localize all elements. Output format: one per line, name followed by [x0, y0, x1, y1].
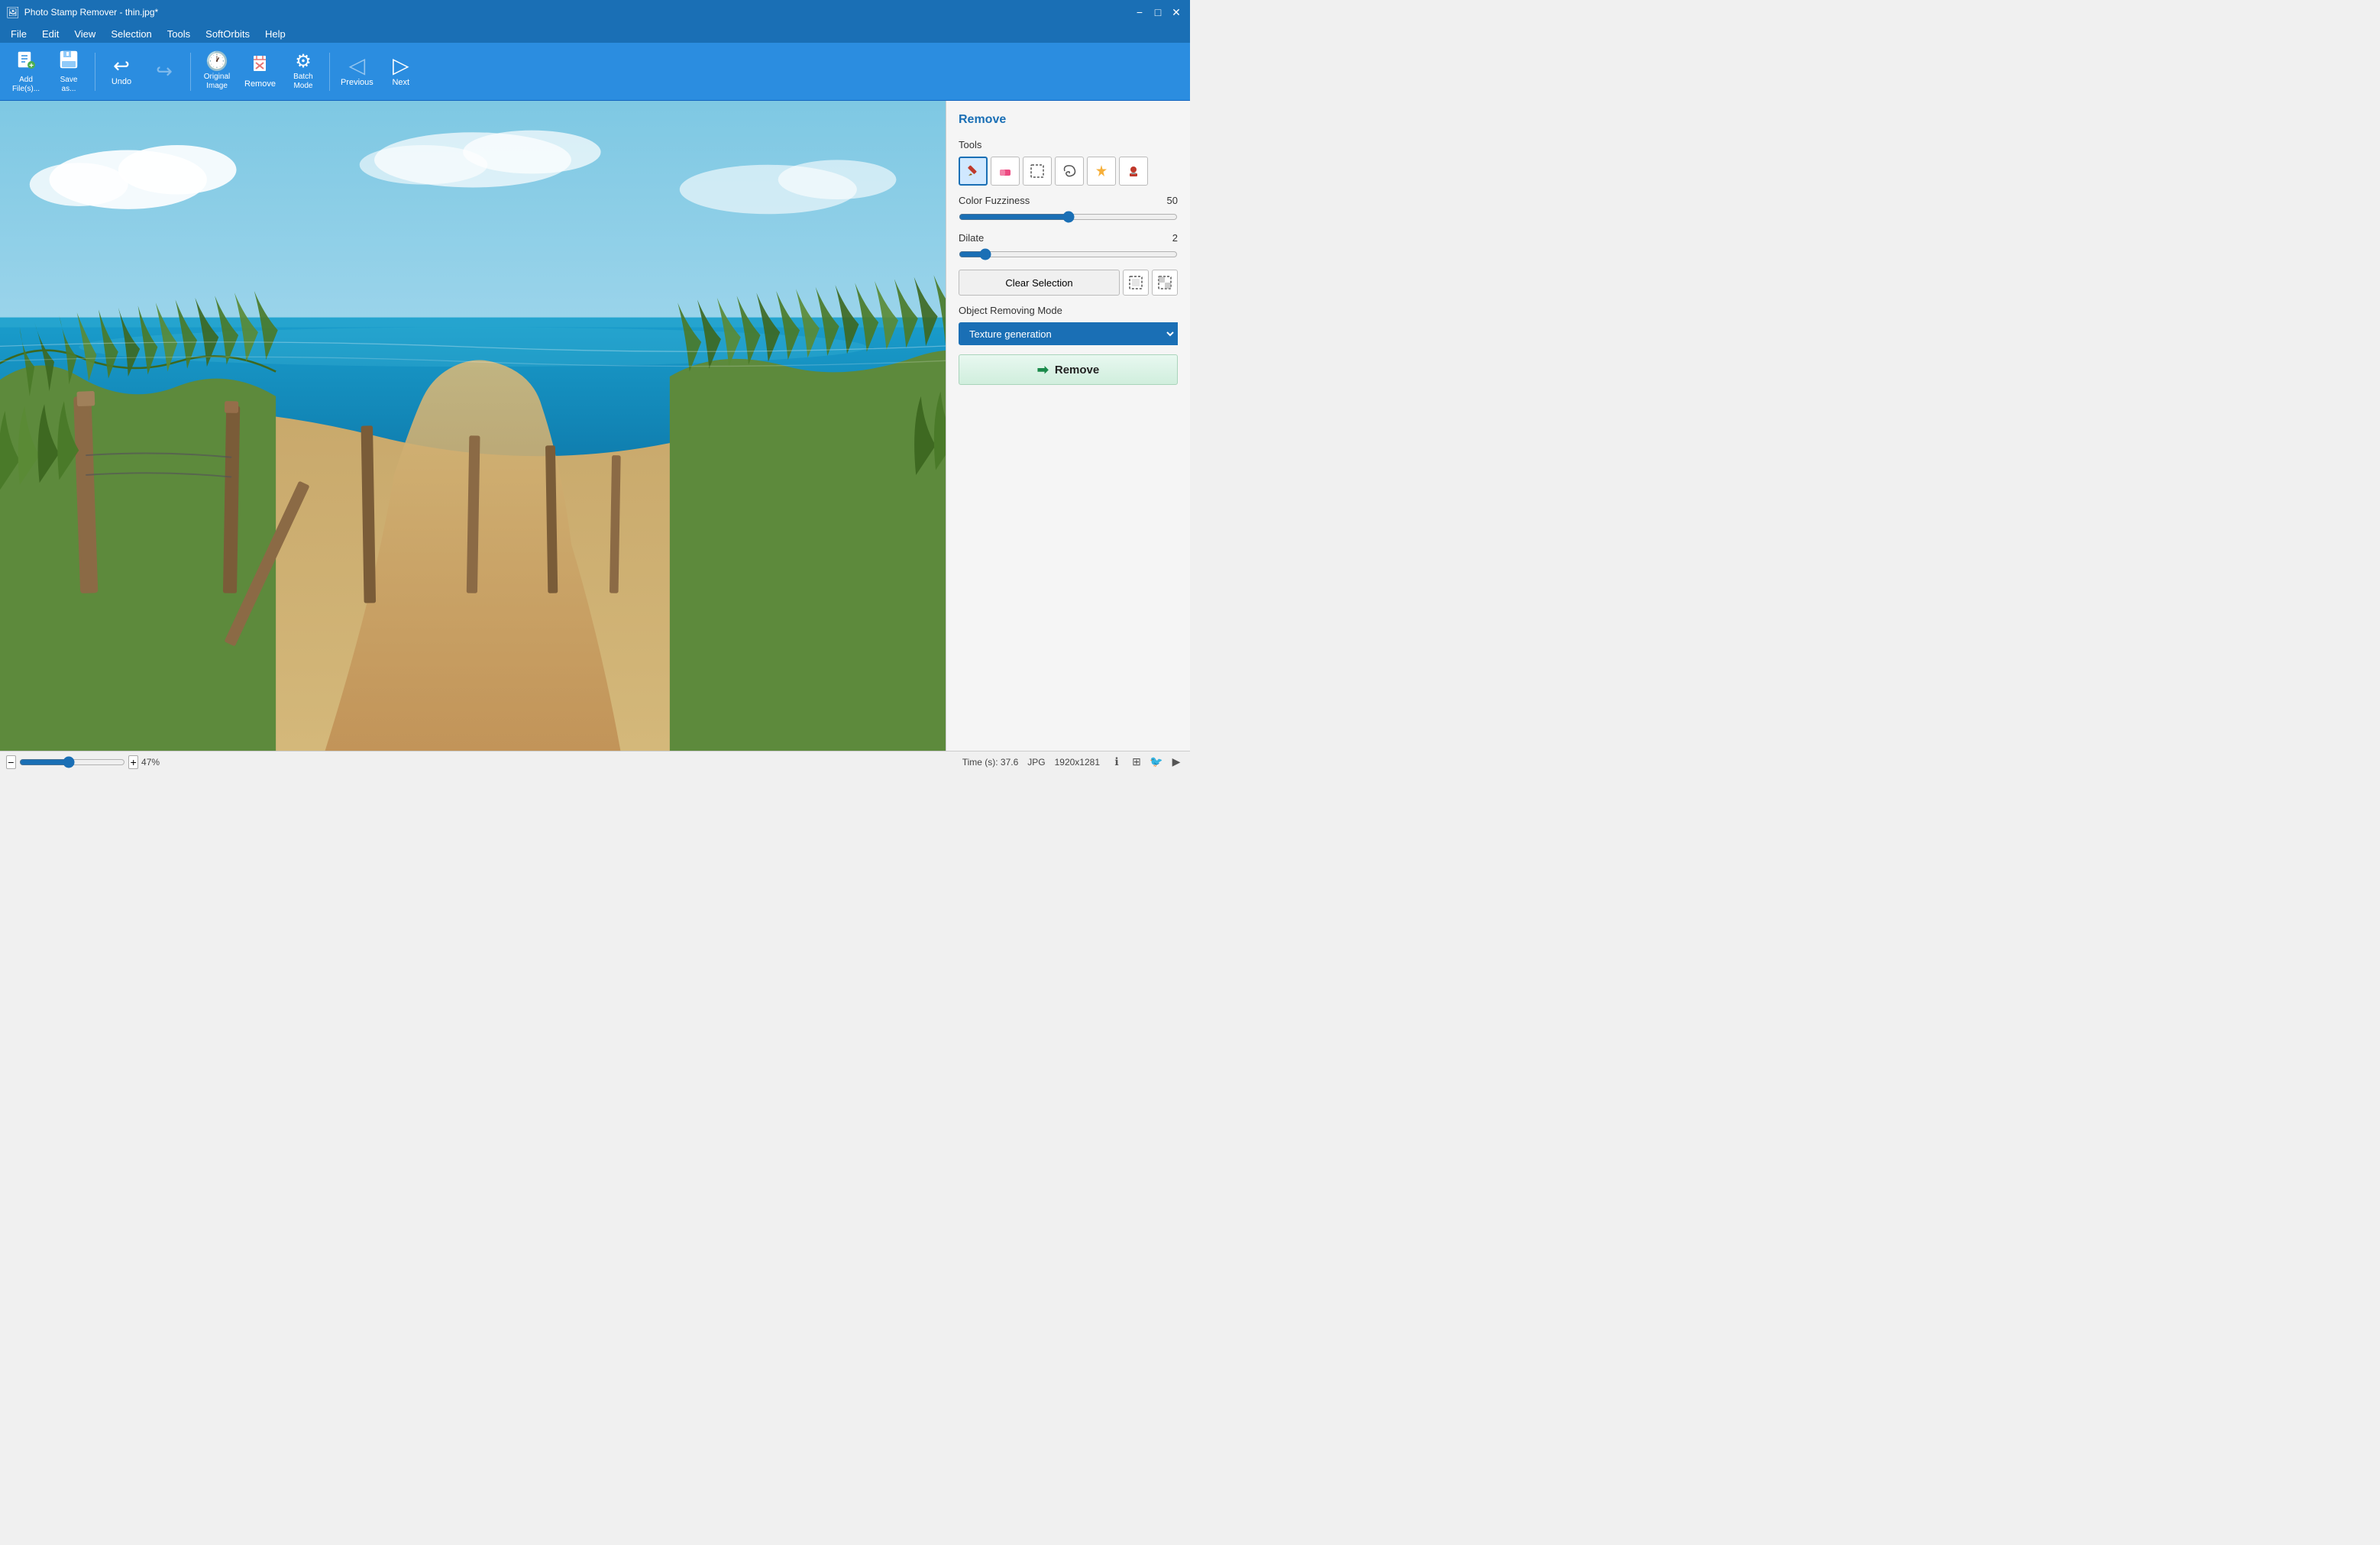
redo-button[interactable]: ↪: [144, 47, 184, 96]
object-removing-mode-section: Object Removing Mode Texture generation …: [959, 305, 1178, 345]
rect-select-button[interactable]: [1023, 157, 1052, 186]
original-image-label: OriginalImage: [204, 73, 230, 91]
color-fuzziness-header: Color Fuzziness 50: [959, 195, 1178, 206]
remove-arrow-icon: ➡: [1037, 362, 1049, 378]
color-fuzziness-label: Color Fuzziness: [959, 195, 1030, 206]
menu-view[interactable]: View: [66, 27, 103, 41]
minimize-button[interactable]: −: [1132, 5, 1147, 20]
right-panel: Remove Tools: [946, 101, 1190, 751]
main-layout: Remove Tools: [0, 101, 1190, 751]
dimensions-display: 1920x1281: [1055, 757, 1100, 768]
next-label: Next: [392, 78, 409, 88]
status-icons: ℹ ⊞ 🐦 ▶: [1109, 755, 1184, 770]
remove-toolbar-button[interactable]: Remove: [240, 47, 280, 96]
toolbar: + AddFile(s)... Saveas... ↩ Undo ↪ 🕐 Ori…: [0, 43, 1190, 101]
maximize-button[interactable]: □: [1150, 5, 1166, 20]
lasso-tool-button[interactable]: [1055, 157, 1084, 186]
add-files-label: AddFile(s)...: [12, 76, 40, 94]
title-bar-left: 🖼 Photo Stamp Remover - thin.jpg*: [6, 6, 158, 19]
next-icon: ▷: [393, 55, 409, 76]
zoom-in-button[interactable]: +: [128, 755, 138, 769]
batch-mode-icon: ⚙: [295, 53, 312, 71]
menu-softorbits[interactable]: SoftOrbits: [198, 27, 257, 41]
dilate-section: Dilate 2: [959, 232, 1178, 260]
menu-selection[interactable]: Selection: [103, 27, 159, 41]
brush-tool-button[interactable]: [959, 157, 988, 186]
title-bar-controls: − □ ✕: [1132, 5, 1184, 20]
save-icon: [58, 49, 79, 74]
menu-edit[interactable]: Edit: [34, 27, 66, 41]
mode-dropdown[interactable]: Texture generation Content-aware fill Sm…: [959, 322, 1178, 345]
zoom-controls: − + 47%: [6, 755, 168, 769]
format-display: JPG: [1027, 757, 1045, 768]
clear-selection-row: Clear Selection: [959, 270, 1178, 296]
batch-mode-button[interactable]: ⚙ BatchMode: [283, 47, 323, 96]
status-bar-right: Time (s): 37.6 JPG 1920x1281 ℹ ⊞ 🐦 ▶: [962, 755, 1184, 770]
tools-row: [959, 157, 1178, 186]
dilate-label: Dilate: [959, 232, 984, 244]
undo-button[interactable]: ↩ Undo: [102, 47, 141, 96]
dilate-value: 2: [1155, 232, 1178, 244]
canvas-area[interactable]: [0, 101, 946, 751]
menu-tools[interactable]: Tools: [160, 27, 198, 41]
original-image-icon: 🕐: [205, 53, 228, 71]
magic-wand-button[interactable]: [1087, 157, 1116, 186]
remove-label: Remove: [244, 79, 276, 89]
previous-icon: ◁: [349, 55, 366, 76]
toolbar-sep-2: [190, 53, 191, 91]
twitter-icon[interactable]: 🐦: [1149, 755, 1164, 770]
menu-help[interactable]: Help: [257, 27, 293, 41]
add-files-button[interactable]: + AddFile(s)...: [6, 47, 46, 96]
zoom-slider[interactable]: [19, 756, 126, 768]
status-bar: − + 47% Time (s): 37.6 JPG 1920x1281 ℹ ⊞…: [0, 751, 1190, 772]
grid-icon[interactable]: ⊞: [1129, 755, 1144, 770]
batch-mode-label: BatchMode: [293, 73, 313, 91]
eraser-tool-button[interactable]: [991, 157, 1020, 186]
color-fuzziness-value: 50: [1155, 195, 1178, 206]
redo-icon: ↪: [156, 61, 173, 81]
panel-title: Remove: [959, 113, 1178, 127]
menu-bar: File Edit View Selection Tools SoftOrbit…: [0, 24, 1190, 43]
dilate-header: Dilate 2: [959, 232, 1178, 244]
undo-label: Undo: [112, 77, 131, 87]
save-as-button[interactable]: Saveas...: [49, 47, 89, 96]
remove-icon: [249, 53, 270, 78]
mode-dropdown-row: Texture generation Content-aware fill Sm…: [959, 322, 1178, 345]
app-icon: 🖼: [6, 6, 20, 19]
window-title: Photo Stamp Remover - thin.jpg*: [24, 7, 158, 18]
svg-text:+: +: [29, 62, 34, 70]
next-button[interactable]: ▷ Next: [381, 47, 421, 96]
toolbar-sep-3: [329, 53, 330, 91]
title-bar: 🖼 Photo Stamp Remover - thin.jpg* − □ ✕: [0, 0, 1190, 24]
play-icon[interactable]: ▶: [1169, 755, 1184, 770]
canvas-image: [0, 101, 946, 751]
select-all-button[interactable]: [1123, 270, 1149, 296]
original-image-button[interactable]: 🕐 OriginalImage: [197, 47, 237, 96]
remove-button-label: Remove: [1055, 364, 1099, 377]
add-files-icon: +: [15, 49, 37, 74]
invert-selection-button[interactable]: [1152, 270, 1178, 296]
color-fuzziness-section: Color Fuzziness 50: [959, 195, 1178, 223]
menu-file[interactable]: File: [3, 27, 34, 41]
stamp-tool-button[interactable]: [1119, 157, 1148, 186]
save-as-label: Saveas...: [60, 76, 78, 94]
previous-button[interactable]: ◁ Previous: [336, 47, 378, 96]
tools-section: Tools: [959, 139, 1178, 186]
zoom-out-button[interactable]: −: [6, 755, 16, 769]
previous-label: Previous: [341, 78, 373, 88]
tools-label: Tools: [959, 139, 1178, 150]
clear-selection-button[interactable]: Clear Selection: [959, 270, 1120, 296]
close-button[interactable]: ✕: [1169, 5, 1184, 20]
remove-button[interactable]: ➡ Remove: [959, 354, 1178, 385]
undo-icon: ↩: [113, 56, 130, 76]
zoom-level: 47%: [141, 757, 168, 768]
time-display: Time (s): 37.6: [962, 757, 1019, 768]
color-fuzziness-slider[interactable]: [959, 211, 1178, 223]
info-icon[interactable]: ℹ: [1109, 755, 1124, 770]
object-removing-mode-label: Object Removing Mode: [959, 305, 1178, 316]
dilate-slider[interactable]: [959, 248, 1178, 260]
